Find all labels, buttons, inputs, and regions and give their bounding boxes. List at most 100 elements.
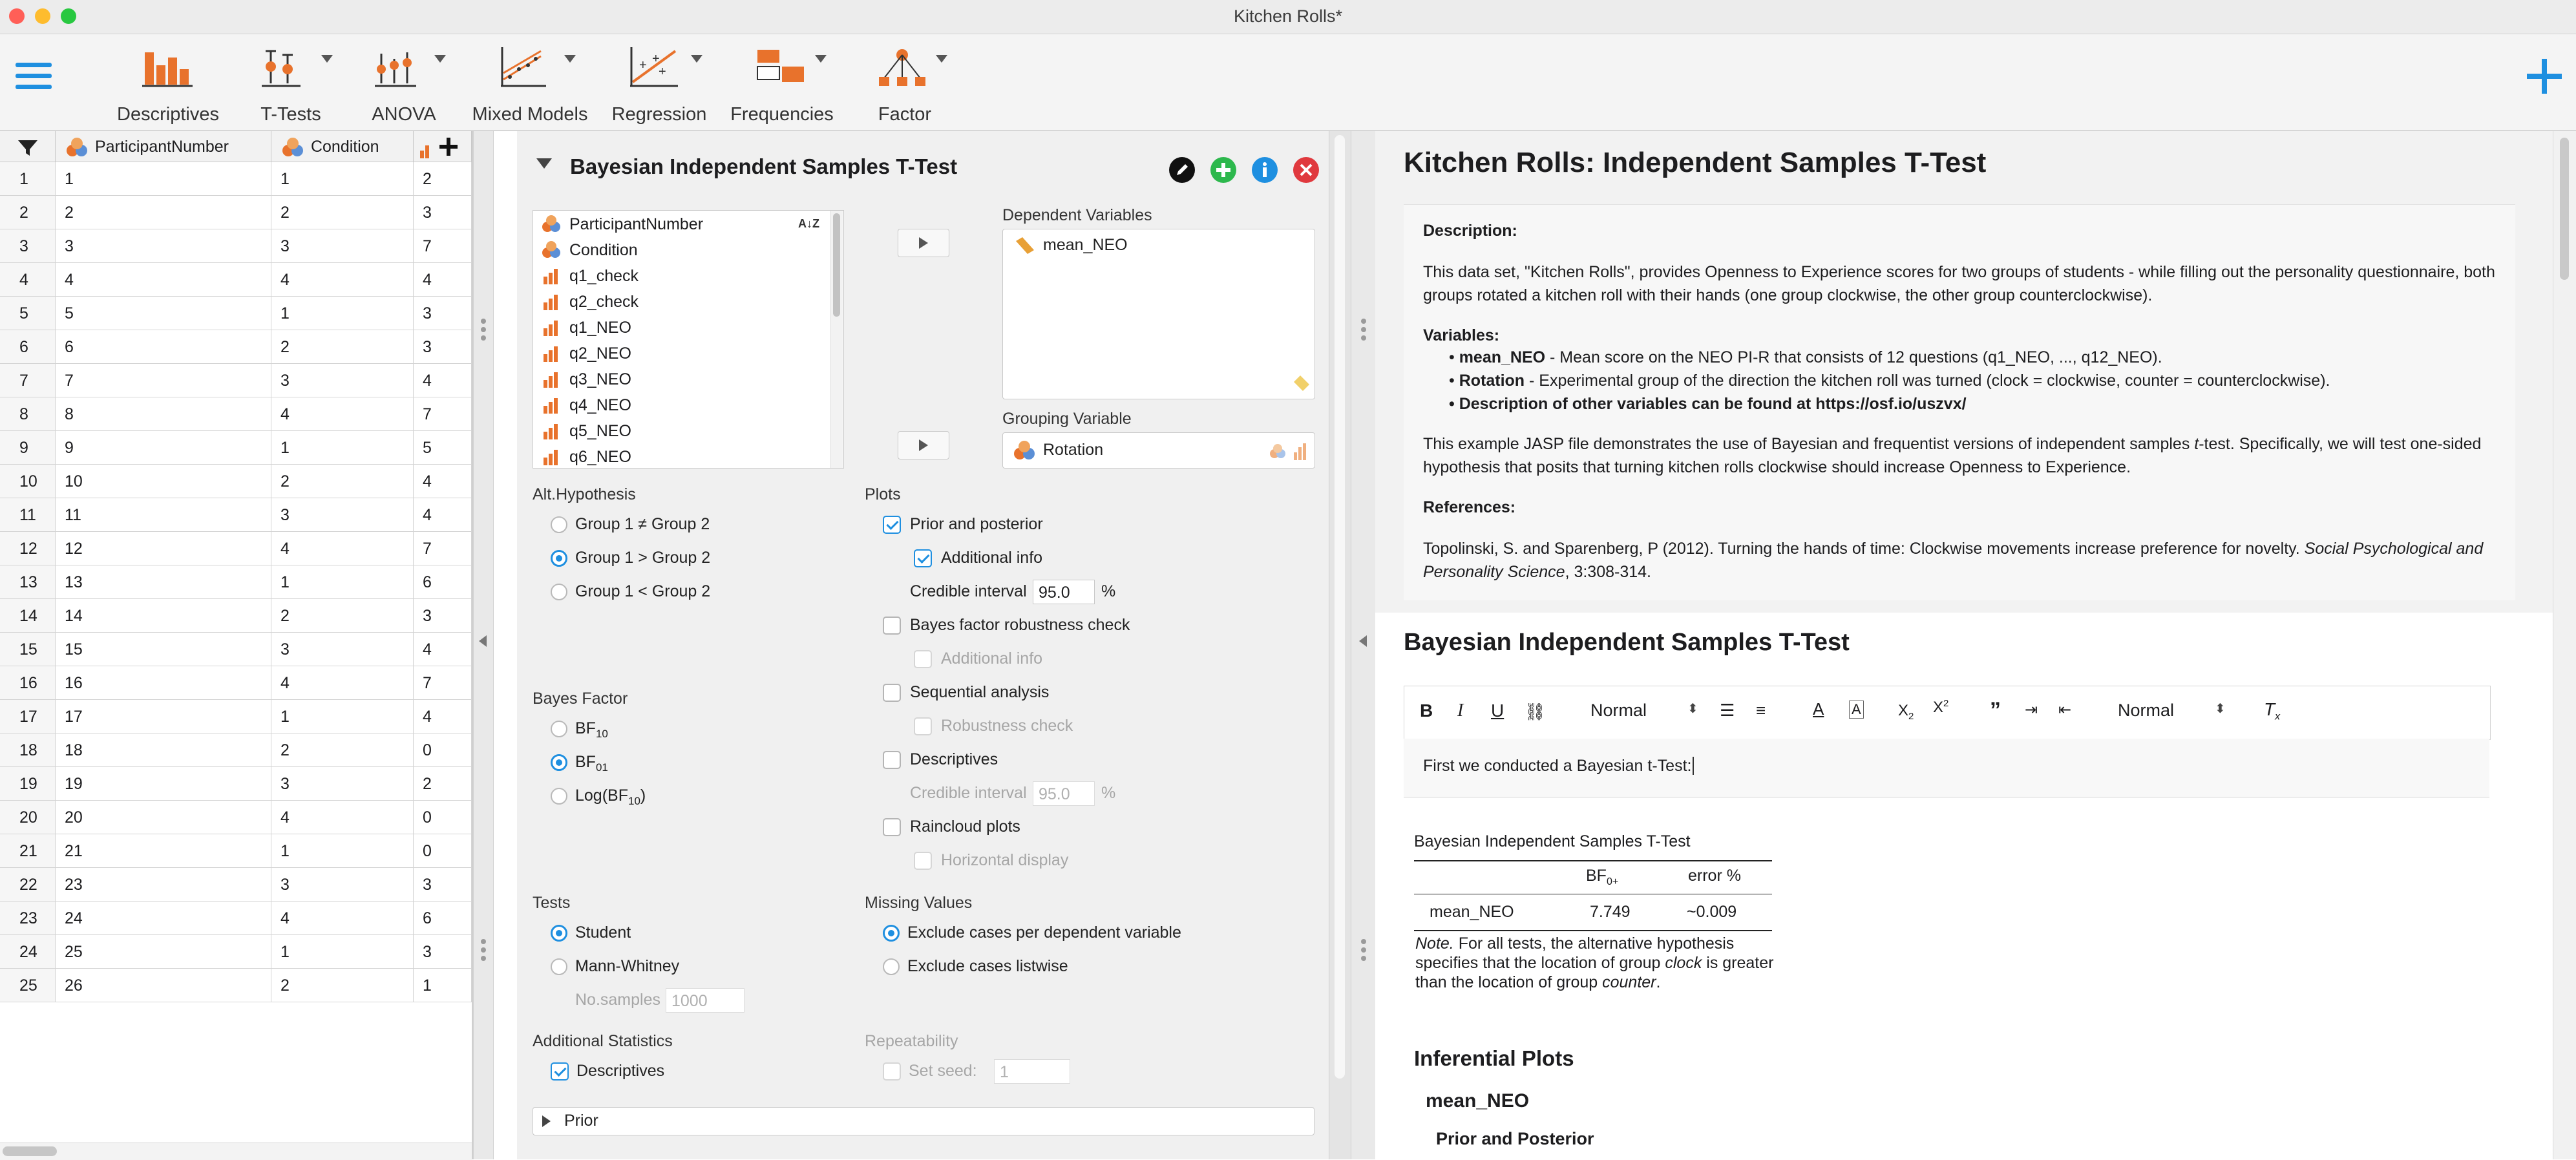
- table-cell[interactable]: 4: [271, 532, 414, 565]
- variables-scrollbar[interactable]: [830, 211, 843, 468]
- grid-splitter[interactable]: [473, 131, 494, 1159]
- ribbon-frequencies-button[interactable]: Frequencies: [727, 47, 837, 125]
- table-cell[interactable]: 3: [271, 868, 414, 902]
- table-cell[interactable]: 1: [271, 431, 414, 465]
- table-cell[interactable]: 1: [56, 162, 271, 196]
- table-cell[interactable]: 5: [414, 431, 472, 465]
- table-cell[interactable]: 1: [271, 297, 414, 330]
- table-cell[interactable]: 2: [271, 969, 414, 1002]
- table-cell[interactable]: 5: [56, 297, 271, 330]
- table-cell[interactable]: 6: [56, 330, 271, 364]
- add-module-plus-icon[interactable]: [2527, 59, 2562, 94]
- grouping-variable-item[interactable]: Rotation: [1043, 441, 1103, 459]
- descriptives-plot-checkbox[interactable]: [883, 751, 901, 769]
- sequential-analysis-checkbox[interactable]: [883, 684, 901, 702]
- bf-robustness-label[interactable]: Bayes factor robustness check: [910, 616, 1130, 635]
- italic-icon[interactable]: I: [1457, 701, 1463, 721]
- ribbon-descriptives-button[interactable]: Descriptives: [110, 47, 226, 125]
- exclude-per-dependent-label[interactable]: Exclude cases per dependent variable: [907, 923, 1181, 942]
- table-cell[interactable]: 4: [414, 263, 472, 297]
- outdent-icon[interactable]: ⇤: [2058, 701, 2071, 719]
- alt-hyp-two-sided-label[interactable]: Group 1 ≠ Group 2: [575, 515, 710, 534]
- table-cell[interactable]: 3: [271, 229, 414, 263]
- table-cell[interactable]: 3: [414, 868, 472, 902]
- bf-robustness-checkbox[interactable]: [883, 617, 901, 635]
- table-cell[interactable]: 1: [271, 834, 414, 868]
- bf01-label[interactable]: BF01: [575, 753, 608, 774]
- ordered-list-icon[interactable]: ☰: [1720, 701, 1735, 721]
- ribbon-anova-button[interactable]: ANOVA: [362, 47, 446, 125]
- alt-hyp-greater-label[interactable]: Group 1 > Group 2: [575, 549, 710, 567]
- table-cell[interactable]: 6: [414, 565, 472, 599]
- table-cell[interactable]: 10: [56, 465, 271, 498]
- indent-icon[interactable]: ⇥: [2025, 701, 2038, 719]
- table-cell[interactable]: 2: [271, 196, 414, 229]
- additional-info-label[interactable]: Additional info: [941, 549, 1042, 567]
- sort-icon[interactable]: A↓Z: [798, 217, 819, 231]
- table-cell[interactable]: 24: [56, 902, 271, 935]
- alt-hyp-less-label[interactable]: Group 1 < Group 2: [575, 582, 710, 601]
- prior-section[interactable]: Prior: [533, 1107, 1314, 1135]
- ribbon-factor-button[interactable]: Factor: [866, 47, 947, 125]
- student-radio[interactable]: [551, 925, 567, 942]
- table-cell[interactable]: 4: [414, 465, 472, 498]
- exclude-listwise-radio[interactable]: [883, 958, 900, 975]
- exclude-per-dependent-radio[interactable]: [883, 925, 900, 942]
- variable-list-item[interactable]: q1_check: [541, 266, 639, 292]
- table-cell[interactable]: 1: [271, 565, 414, 599]
- table-cell[interactable]: 17: [56, 700, 271, 733]
- filter-header[interactable]: [0, 131, 56, 162]
- superscript-icon[interactable]: X2: [1933, 698, 1948, 717]
- dependent-variable-item[interactable]: mean_NEO: [1043, 236, 1128, 255]
- additional-descriptives-checkbox[interactable]: [551, 1062, 569, 1081]
- table-cell[interactable]: 9: [56, 431, 271, 465]
- table-cell[interactable]: 4: [414, 633, 472, 666]
- table-cell[interactable]: 0: [414, 834, 472, 868]
- bf01-radio[interactable]: [551, 754, 567, 771]
- table-cell[interactable]: 1: [271, 162, 414, 196]
- descriptives-plot-label[interactable]: Descriptives: [910, 750, 998, 769]
- table-cell[interactable]: 3: [271, 633, 414, 666]
- horizontal-display-checkbox[interactable]: [914, 852, 932, 870]
- table-cell[interactable]: 21: [56, 834, 271, 868]
- table-cell[interactable]: 6: [414, 902, 472, 935]
- alt-hyp-less-radio[interactable]: [551, 584, 567, 600]
- set-seed-checkbox[interactable]: [883, 1062, 901, 1081]
- alt-hyp-greater-radio[interactable]: [551, 550, 567, 567]
- bullet-list-icon[interactable]: ≡: [1756, 701, 1766, 721]
- variable-list-item[interactable]: q4_NEO: [541, 395, 631, 421]
- bold-icon[interactable]: B: [1420, 701, 1433, 721]
- mann-whitney-radio[interactable]: [551, 958, 567, 975]
- results-splitter[interactable]: [1351, 131, 1377, 1159]
- underline-icon[interactable]: U: [1491, 701, 1504, 721]
- table-cell[interactable]: 15: [56, 633, 271, 666]
- table-cell[interactable]: 3: [271, 767, 414, 801]
- table-cell[interactable]: 4: [271, 801, 414, 834]
- variable-list-item[interactable]: q2_NEO: [541, 344, 631, 370]
- table-cell[interactable]: 7: [56, 364, 271, 397]
- font-color-icon[interactable]: A: [1813, 699, 1824, 719]
- table-cell[interactable]: 3: [414, 196, 472, 229]
- table-cell[interactable]: 3: [271, 498, 414, 532]
- credible-interval-input[interactable]: 95.0: [1033, 580, 1095, 604]
- blockquote-icon[interactable]: ”: [1990, 698, 2001, 723]
- ribbon-regression-button[interactable]: + + + Regression: [611, 47, 708, 125]
- student-label[interactable]: Student: [575, 923, 631, 942]
- table-cell[interactable]: 13: [56, 565, 271, 599]
- table-cell[interactable]: 4: [271, 902, 414, 935]
- table-cell[interactable]: 3: [414, 297, 472, 330]
- table-cell[interactable]: 7: [414, 532, 472, 565]
- sequential-analysis-label[interactable]: Sequential analysis: [910, 683, 1049, 702]
- analysis-scrollbar[interactable]: [1329, 131, 1351, 1159]
- table-cell[interactable]: 7: [414, 666, 472, 700]
- hamburger-menu-icon[interactable]: [16, 63, 52, 96]
- collapse-left-icon[interactable]: [479, 635, 487, 647]
- table-cell[interactable]: 2: [56, 196, 271, 229]
- no-samples-input[interactable]: 1000: [666, 988, 744, 1013]
- table-cell[interactable]: 2: [271, 599, 414, 633]
- info-icon[interactable]: [1252, 157, 1278, 183]
- additional-info-checkbox[interactable]: [914, 549, 932, 567]
- remove-analysis-icon[interactable]: [1293, 157, 1319, 183]
- raincloud-label[interactable]: Raincloud plots: [910, 817, 1020, 836]
- table-cell[interactable]: 4: [414, 700, 472, 733]
